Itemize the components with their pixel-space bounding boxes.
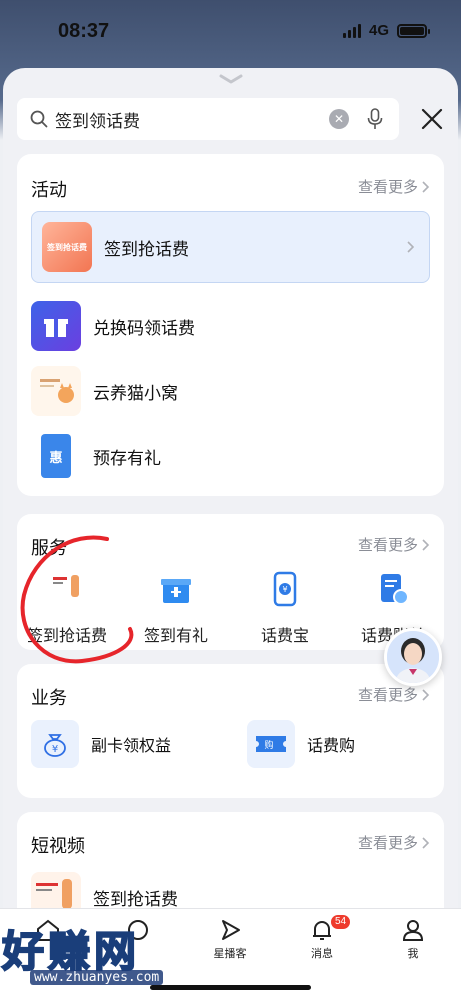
status-bar: 08:37 4G (0, 0, 461, 64)
video-item-label: 签到抢话费 (93, 889, 178, 909)
search-row: ✕ (17, 98, 443, 140)
tab-xingboke[interactable]: 星播客 (190, 917, 270, 961)
business-title: 业务 (31, 688, 67, 708)
service-label: 话费宝 (260, 628, 309, 645)
tab-label: 消息 (311, 948, 333, 960)
bill-icon (381, 574, 409, 605)
chevron-down-icon[interactable] (217, 72, 245, 86)
chevron-right-icon (407, 241, 415, 253)
more-label: 查看更多 (357, 179, 418, 196)
activity-title: 活动 (31, 180, 67, 200)
network-type: 4G (368, 22, 389, 39)
gift-box-icon (161, 579, 191, 603)
chevron-right-icon (422, 836, 430, 849)
svg-text:¥: ¥ (52, 744, 58, 755)
business-more-link[interactable]: 查看更多 (358, 684, 430, 705)
grid-icon (128, 920, 148, 940)
services-title: 服务 (31, 538, 67, 558)
gift-icon (31, 301, 81, 351)
microphone-icon[interactable] (367, 108, 383, 130)
coupon-icon: 购 (247, 720, 295, 768)
chevron-right-icon (422, 180, 430, 193)
search-sheet: ✕ 活动 查看更多 签到抢话费 签到抢话费 (3, 68, 458, 1000)
chevron-right-icon (422, 538, 430, 551)
svg-text:购: 购 (264, 739, 273, 751)
search-box[interactable]: ✕ (17, 98, 399, 140)
tab-label: 我 (407, 948, 419, 960)
phone-discount-icon: 惠 (31, 431, 81, 481)
video-more-link[interactable]: 查看更多 (358, 832, 430, 853)
sign-in-icon (53, 575, 79, 597)
business-card: 业务 查看更多 ¥ 副卡领权益 购 话费购 (17, 664, 444, 798)
message-badge: 54 (330, 914, 352, 930)
activity-more-link[interactable]: 查看更多 (358, 176, 430, 197)
business-item[interactable]: ¥ 副卡领权益 (31, 720, 171, 768)
tab-label: 星播客 (213, 948, 247, 960)
search-input[interactable] (55, 109, 315, 129)
svg-text:¥: ¥ (282, 585, 287, 594)
close-icon[interactable] (419, 106, 445, 132)
activity-item-label: 兑换码领话费 (93, 318, 195, 338)
business-item[interactable]: 购 话费购 (247, 720, 355, 768)
services-more-link[interactable]: 查看更多 (358, 534, 430, 555)
business-label: 副卡领权益 (91, 738, 172, 755)
business-label: 话费购 (307, 738, 356, 755)
service-item[interactable]: 签到有礼 (126, 571, 226, 646)
video-title: 短视频 (31, 836, 85, 856)
activity-item[interactable]: 惠 预存有礼 (31, 431, 161, 481)
money-bag-icon: ¥ (31, 720, 79, 768)
services-card: 服务 查看更多 签到抢话费 签到有礼 ¥ 话费宝 话费账单 (17, 514, 444, 650)
home-indicator[interactable] (150, 985, 311, 990)
more-label: 查看更多 (357, 537, 418, 554)
signal-icon (342, 23, 361, 38)
service-label: 签到有礼 (143, 628, 208, 645)
service-item[interactable]: ¥ 话费宝 (235, 571, 335, 646)
phone-coin-icon: ¥ (273, 571, 297, 607)
play-icon (222, 920, 240, 940)
activity-item: 签到抢话费 签到抢话费 (42, 222, 189, 272)
activity-item[interactable]: 兑换码领话费 (31, 301, 195, 351)
activity-item-label: 云养猫小窝 (93, 383, 178, 403)
tab-messages[interactable]: 54 消息 (282, 914, 362, 961)
status-time: 08:37 (58, 20, 110, 42)
activity-item-label: 签到抢话费 (104, 239, 189, 259)
battery-icon (397, 23, 430, 38)
activity-item[interactable]: 云养猫小窝 (31, 366, 178, 416)
home-icon (37, 919, 59, 941)
clear-icon[interactable]: ✕ (329, 109, 349, 129)
icon-char: 惠 (49, 449, 63, 465)
tab-services[interactable] (98, 917, 178, 945)
activity-card: 活动 查看更多 签到抢话费 签到抢话费 兑换码领话费 云养猫小窝 惠 预存有礼 (17, 154, 444, 496)
activity-thumbnail: 签到抢话费 (42, 222, 92, 272)
activity-item-highlight[interactable]: 签到抢话费 签到抢话费 (31, 211, 430, 283)
more-label: 查看更多 (357, 835, 418, 852)
service-item[interactable]: 签到抢话费 (17, 571, 117, 646)
thumbnail-text: 签到抢话费 (47, 242, 87, 252)
more-label: 查看更多 (357, 687, 418, 704)
search-icon (30, 110, 48, 128)
activity-item-label: 预存有礼 (93, 448, 161, 468)
chevron-right-icon (422, 688, 430, 701)
service-label: 签到抢话费 (26, 628, 107, 645)
tab-home[interactable] (8, 917, 88, 945)
tab-me[interactable]: 我 (373, 917, 453, 961)
user-icon (402, 920, 424, 941)
status-indicators: 4G (342, 22, 430, 39)
cat-house-icon (31, 366, 81, 416)
assistant-avatar[interactable] (384, 628, 442, 686)
